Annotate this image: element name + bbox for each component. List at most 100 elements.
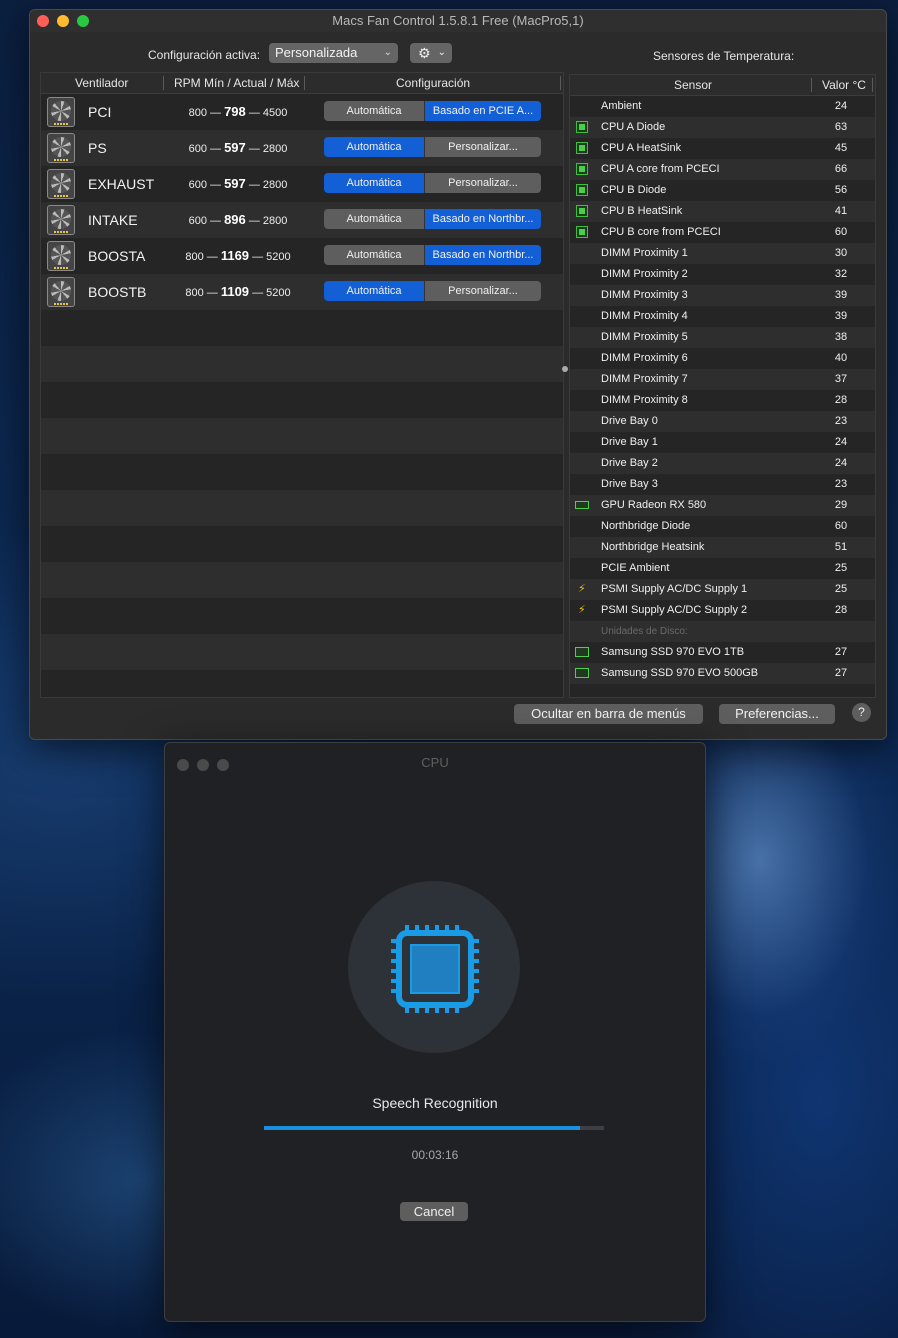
sensor-row[interactable]: Drive Bay 2 24	[570, 453, 875, 474]
sensor-row[interactable]: Drive Bay 0 23	[570, 411, 875, 432]
column-header-value[interactable]: Valor °C	[822, 75, 866, 95]
custom-mode-button[interactable]: Personalizar...	[424, 137, 541, 157]
fan-row[interactable]: PCI 800 — 798 — 4500 Automática Basado en P…	[41, 94, 563, 130]
cancel-button[interactable]: Cancel	[400, 1202, 468, 1221]
hide-in-menubar-button[interactable]: Ocultar en barra de menús	[514, 704, 703, 724]
auto-mode-button[interactable]: Automática	[324, 209, 424, 229]
sensor-row[interactable]: CPU B Diode 56	[570, 180, 875, 201]
fan-rpm: 600 — 597 — 2800	[175, 140, 301, 155]
fan-row[interactable]: INTAKE 600 — 896 — 2800 Automática Basado e…	[41, 202, 563, 238]
fan-icon	[47, 169, 75, 199]
sensor-row[interactable]: CPU A Diode 63	[570, 117, 875, 138]
fan-table: Ventilador RPM Mín / Actual / Máx Config…	[40, 72, 564, 698]
empty-row	[41, 634, 563, 670]
sensor-row[interactable]: PCIE Ambient 25	[570, 558, 875, 579]
sensor-row[interactable]: DIMM Proximity 6 40	[570, 348, 875, 369]
auto-mode-button[interactable]: Automática	[324, 137, 424, 157]
sensor-value: 51	[834, 541, 848, 553]
auto-mode-button[interactable]: Automática	[324, 281, 424, 301]
sensor-value: 39	[834, 289, 848, 301]
custom-mode-button[interactable]: Basado en Northbr...	[424, 245, 541, 265]
zoom-window-button[interactable]	[77, 15, 89, 27]
sensor-row[interactable]: Samsung SSD 970 EVO 500GB 27	[570, 663, 875, 684]
sensor-value: 23	[834, 478, 848, 490]
sensor-row[interactable]: CPU A core from PCECI 66	[570, 159, 875, 180]
sensor-row[interactable]: Drive Bay 1 24	[570, 432, 875, 453]
sensor-value: 24	[834, 436, 848, 448]
empty-row	[41, 346, 563, 382]
sensor-row[interactable]: ⚡ PSMI Supply AC/DC Supply 1 25	[570, 579, 875, 600]
column-header-config[interactable]: Configuración	[396, 73, 470, 93]
sensor-row[interactable]: DIMM Proximity 5 38	[570, 327, 875, 348]
sensor-row[interactable]: ⚡ PSMI Supply AC/DC Supply 2 28	[570, 600, 875, 621]
progress-bar	[264, 1126, 604, 1130]
fan-row[interactable]: PS 600 — 597 — 2800 Automática Personalizar…	[41, 130, 563, 166]
custom-mode-button[interactable]: Basado en Northbr...	[424, 209, 541, 229]
sensor-row[interactable]: GPU Radeon RX 580 29	[570, 495, 875, 516]
empty-row	[41, 670, 563, 697]
custom-mode-button[interactable]: Personalizar...	[424, 281, 541, 301]
title-bar[interactable]: Macs Fan Control 1.5.8.1 Free (MacPro5,1…	[30, 10, 886, 32]
sensor-row[interactable]: Samsung SSD 970 EVO 1TB 27	[570, 642, 875, 663]
fan-rpm: 800 — 1169 — 5200	[175, 248, 301, 263]
rpm-separator: —	[248, 143, 260, 155]
minimize-window-button[interactable]	[57, 15, 69, 27]
gear-menu-button[interactable]: ⚙ ⌄	[410, 43, 452, 63]
sensor-row[interactable]: DIMM Proximity 8 28	[570, 390, 875, 411]
sensor-value: 60	[834, 226, 848, 238]
sensor-name: DIMM Proximity 5	[601, 331, 688, 343]
column-header-rpm[interactable]: RPM Mín / Actual / Máx	[174, 73, 299, 93]
column-separator	[872, 78, 873, 92]
sensor-row[interactable]: CPU A HeatSink 45	[570, 138, 875, 159]
sensors-label: Sensores de Temperatura:	[653, 49, 795, 63]
power-bolt-icon: ⚡	[578, 583, 586, 595]
fan-row[interactable]: EXHAUST 600 — 597 — 2800 Automática Persona…	[41, 166, 563, 202]
cpu-window: CPU Speech Recognition 00:03:16 Cancel	[164, 742, 706, 1322]
fan-mode-segmented-control: Automática Personalizar...	[324, 281, 541, 301]
auto-mode-button[interactable]: Automática	[324, 101, 424, 121]
preferences-button[interactable]: Preferencias...	[719, 704, 835, 724]
help-button[interactable]: ?	[852, 703, 871, 722]
sensor-row[interactable]: Drive Bay 3 23	[570, 474, 875, 495]
custom-mode-button[interactable]: Personalizar...	[424, 173, 541, 193]
custom-mode-button[interactable]: Basado en PCIE A...	[424, 101, 541, 121]
empty-row	[41, 490, 563, 526]
sensor-row[interactable]: DIMM Proximity 4 39	[570, 306, 875, 327]
progress-fill	[264, 1126, 581, 1130]
fan-name: PCI	[88, 104, 112, 120]
rpm-separator: —	[252, 287, 264, 299]
sensor-name: Drive Bay 2	[601, 457, 658, 469]
sensor-row[interactable]: CPU B core from PCECI 60	[570, 222, 875, 243]
split-view-handle[interactable]	[562, 366, 568, 372]
sensor-value: 28	[834, 604, 848, 616]
column-header-fan[interactable]: Ventilador	[75, 73, 128, 93]
sensor-row[interactable]: DIMM Proximity 3 39	[570, 285, 875, 306]
rpm-separator: —	[210, 107, 222, 119]
sensor-value: 27	[834, 646, 848, 658]
fan-row[interactable]: BOOSTB 800 — 1109 — 5200 Automática Persona…	[41, 274, 563, 310]
sensor-value: 28	[834, 394, 848, 406]
config-select[interactable]: Personalizada ⌄	[269, 43, 398, 63]
sensor-value: 23	[834, 415, 848, 427]
column-header-sensor[interactable]: Sensor	[674, 75, 712, 95]
fan-row[interactable]: BOOSTA 800 — 1169 — 5200 Automática Basado …	[41, 238, 563, 274]
sensor-row[interactable]: Northbridge Diode 60	[570, 516, 875, 537]
auto-mode-button[interactable]: Automática	[324, 245, 424, 265]
sensor-value: 24	[834, 100, 848, 112]
sensor-name: CPU B core from PCECI	[601, 226, 721, 238]
sensor-row[interactable]: Northbridge Heatsink 51	[570, 537, 875, 558]
sensor-row[interactable]: DIMM Proximity 7 37	[570, 369, 875, 390]
sensor-name: DIMM Proximity 1	[601, 247, 688, 259]
rpm-separator: —	[210, 179, 222, 191]
auto-mode-button[interactable]: Automática	[324, 173, 424, 193]
sensor-row[interactable]: Ambient 24	[570, 96, 875, 117]
rpm-separator: —	[248, 107, 260, 119]
sensor-row[interactable]: DIMM Proximity 2 32	[570, 264, 875, 285]
close-window-button[interactable]	[37, 15, 49, 27]
sensor-row[interactable]: CPU B HeatSink 41	[570, 201, 875, 222]
fan-rpm-max: 2800	[262, 143, 288, 155]
fan-mode-segmented-control: Automática Personalizar...	[324, 137, 541, 157]
sensor-name: DIMM Proximity 2	[601, 268, 688, 280]
sensor-row[interactable]: DIMM Proximity 1 30	[570, 243, 875, 264]
fan-name: BOOSTA	[88, 248, 146, 264]
